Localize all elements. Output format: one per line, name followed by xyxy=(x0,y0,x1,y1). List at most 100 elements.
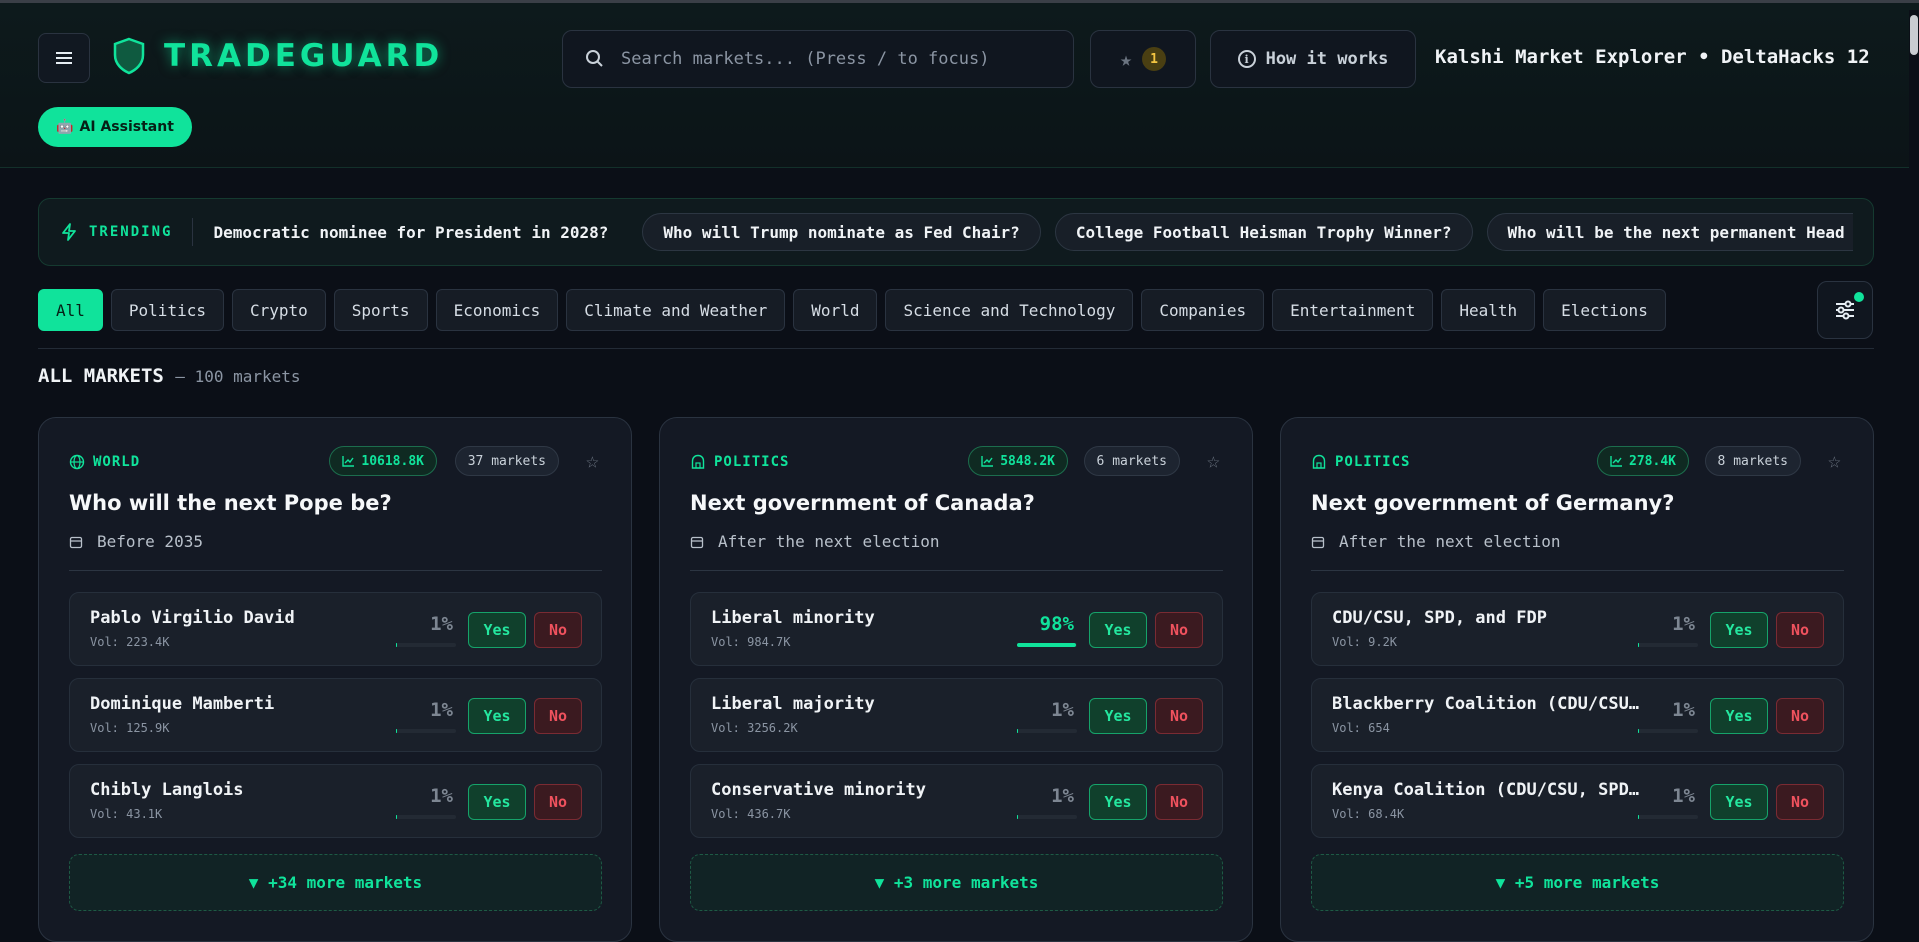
how-it-works-button[interactable]: i How it works xyxy=(1210,30,1416,88)
card-title[interactable]: Who will the next Pope be? xyxy=(69,491,392,515)
option-volume: Vol: 68.4K xyxy=(1332,807,1405,821)
search-box[interactable] xyxy=(562,30,1074,88)
yes-button[interactable]: Yes xyxy=(1089,698,1147,734)
hamburger-icon xyxy=(56,52,72,64)
trending-chip[interactable]: College Football Heisman Trophy Winner? xyxy=(1054,213,1473,251)
section-subtitle: — 100 markets xyxy=(175,367,301,386)
card-divider xyxy=(1311,570,1844,571)
favorite-star-icon[interactable]: ☆ xyxy=(1207,449,1220,474)
star-icon: ★ xyxy=(1119,47,1133,71)
probability-fill xyxy=(396,815,397,819)
trending-label: TRENDING xyxy=(39,218,194,246)
tab-crypto[interactable]: Crypto xyxy=(231,289,326,331)
tab-all[interactable]: All xyxy=(38,289,103,331)
no-button[interactable]: No xyxy=(534,784,582,820)
more-markets-button[interactable]: ▼ +5 more markets xyxy=(1311,854,1844,911)
probability-fill xyxy=(1638,729,1639,733)
tab-science-and-technology[interactable]: Science and Technology xyxy=(885,289,1134,331)
tab-sports[interactable]: Sports xyxy=(333,289,428,331)
favorites-button[interactable]: ★ 1 xyxy=(1090,30,1196,88)
ai-assistant-button[interactable]: 🤖 AI Assistant xyxy=(38,107,192,147)
tab-climate-and-weather[interactable]: Climate and Weather xyxy=(566,289,786,331)
volume-badge: 278.4K xyxy=(1597,446,1689,476)
option-percent: 98% xyxy=(1039,613,1074,635)
tab-world[interactable]: World xyxy=(793,289,878,331)
market-option: CDU/CSU, SPD, and FDP Vol: 9.2K 1% Yes N… xyxy=(1311,592,1844,666)
tab-elections[interactable]: Elections xyxy=(1543,289,1666,331)
scrollbar-thumb[interactable] xyxy=(1910,15,1918,55)
option-name: Kenya Coalition (CDU/CSU, SPD… xyxy=(1332,780,1640,800)
card-category: POLITICS xyxy=(690,454,789,470)
no-button[interactable]: No xyxy=(1776,612,1824,648)
logo[interactable]: TRADEGUARD xyxy=(112,37,443,75)
ai-assistant-label: AI Assistant xyxy=(79,119,174,135)
globe-icon xyxy=(69,454,85,470)
option-percent: 1% xyxy=(1051,699,1074,721)
no-button[interactable]: No xyxy=(1155,784,1203,820)
no-button[interactable]: No xyxy=(1155,612,1203,648)
yes-button[interactable]: Yes xyxy=(1710,612,1768,648)
favorite-star-icon[interactable]: ☆ xyxy=(586,449,599,474)
option-volume: Vol: 43.1K xyxy=(90,807,163,821)
yes-button[interactable]: Yes xyxy=(1089,612,1147,648)
market-option: Chibly Langlois Vol: 43.1K 1% Yes No xyxy=(69,764,602,838)
yes-button[interactable]: Yes xyxy=(468,698,526,734)
card-category: WORLD xyxy=(69,454,140,470)
option-name: Chibly Langlois xyxy=(90,780,244,800)
probability-fill xyxy=(396,643,397,647)
card-date-text: After the next election xyxy=(1339,532,1561,551)
probability-bar xyxy=(1638,729,1698,733)
tab-politics[interactable]: Politics xyxy=(110,289,224,331)
search-input[interactable] xyxy=(621,49,1061,69)
filter-button[interactable] xyxy=(1817,281,1873,339)
option-name: Dominique Mamberti xyxy=(90,694,275,714)
option-volume: Vol: 125.9K xyxy=(90,721,170,735)
menu-button[interactable] xyxy=(38,33,90,83)
market-card[interactable]: POLITICS 5848.2K 6 markets ☆ Next govern… xyxy=(659,417,1253,942)
trending-bar: TRENDING Democratic nominee for Presiden… xyxy=(38,198,1874,266)
yes-button[interactable]: Yes xyxy=(468,784,526,820)
tab-economics[interactable]: Economics xyxy=(435,289,559,331)
market-option: Conservative minority Vol: 436.7K 1% Yes… xyxy=(690,764,1223,838)
trending-chip[interactable]: Democratic nominee for President in 2028… xyxy=(213,213,628,251)
yes-button[interactable]: Yes xyxy=(1089,784,1147,820)
tab-companies[interactable]: Companies xyxy=(1141,289,1265,331)
trending-chip[interactable]: Who will be the next permanent Head Coac… xyxy=(1486,213,1854,251)
trending-track: Democratic nominee for President in 2028… xyxy=(193,213,1854,251)
option-volume: Vol: 436.7K xyxy=(711,807,791,821)
market-option: Kenya Coalition (CDU/CSU, SPD… Vol: 68.4… xyxy=(1311,764,1844,838)
yes-button[interactable]: Yes xyxy=(1710,784,1768,820)
logo-text: TRADEGUARD xyxy=(164,38,444,74)
chart-line-icon xyxy=(342,456,355,467)
tab-entertainment[interactable]: Entertainment xyxy=(1272,289,1434,331)
tab-health[interactable]: Health xyxy=(1441,289,1536,331)
app-header: TRADEGUARD ★ 1 i How it works Kalshi Mar… xyxy=(0,3,1919,168)
page-scrollbar[interactable] xyxy=(1909,10,1919,932)
no-button[interactable]: No xyxy=(534,698,582,734)
no-button[interactable]: No xyxy=(1155,698,1203,734)
no-button[interactable]: No xyxy=(1776,698,1824,734)
option-percent: 1% xyxy=(430,785,453,807)
favorites-count-badge: 1 xyxy=(1142,47,1167,71)
markets-count-badge: 37 markets xyxy=(454,446,559,476)
more-markets-button[interactable]: ▼ +3 more markets xyxy=(690,854,1223,911)
no-button[interactable]: No xyxy=(534,612,582,648)
yes-button[interactable]: Yes xyxy=(468,612,526,648)
card-title[interactable]: Next government of Canada? xyxy=(690,491,1035,515)
option-percent: 1% xyxy=(430,699,453,721)
trending-chip[interactable]: Who will Trump nominate as Fed Chair? xyxy=(642,213,1041,251)
markets-count-badge: 8 markets xyxy=(1704,446,1801,476)
yes-button[interactable]: Yes xyxy=(1710,698,1768,734)
option-volume: Vol: 9.2K xyxy=(1332,635,1398,649)
option-volume: Vol: 984.7K xyxy=(711,635,791,649)
market-card[interactable]: WORLD 10618.8K 37 markets ☆ Who will the… xyxy=(38,417,632,942)
card-title[interactable]: Next government of Germany? xyxy=(1311,491,1674,515)
card-divider xyxy=(69,570,602,571)
more-markets-button[interactable]: ▼ +34 more markets xyxy=(69,854,602,911)
no-button[interactable]: No xyxy=(1776,784,1824,820)
favorite-star-icon[interactable]: ☆ xyxy=(1828,449,1841,474)
calendar-icon xyxy=(690,536,704,548)
probability-fill xyxy=(1017,729,1018,733)
card-divider xyxy=(690,570,1223,571)
market-card[interactable]: POLITICS 278.4K 8 markets ☆ Next governm… xyxy=(1280,417,1874,942)
